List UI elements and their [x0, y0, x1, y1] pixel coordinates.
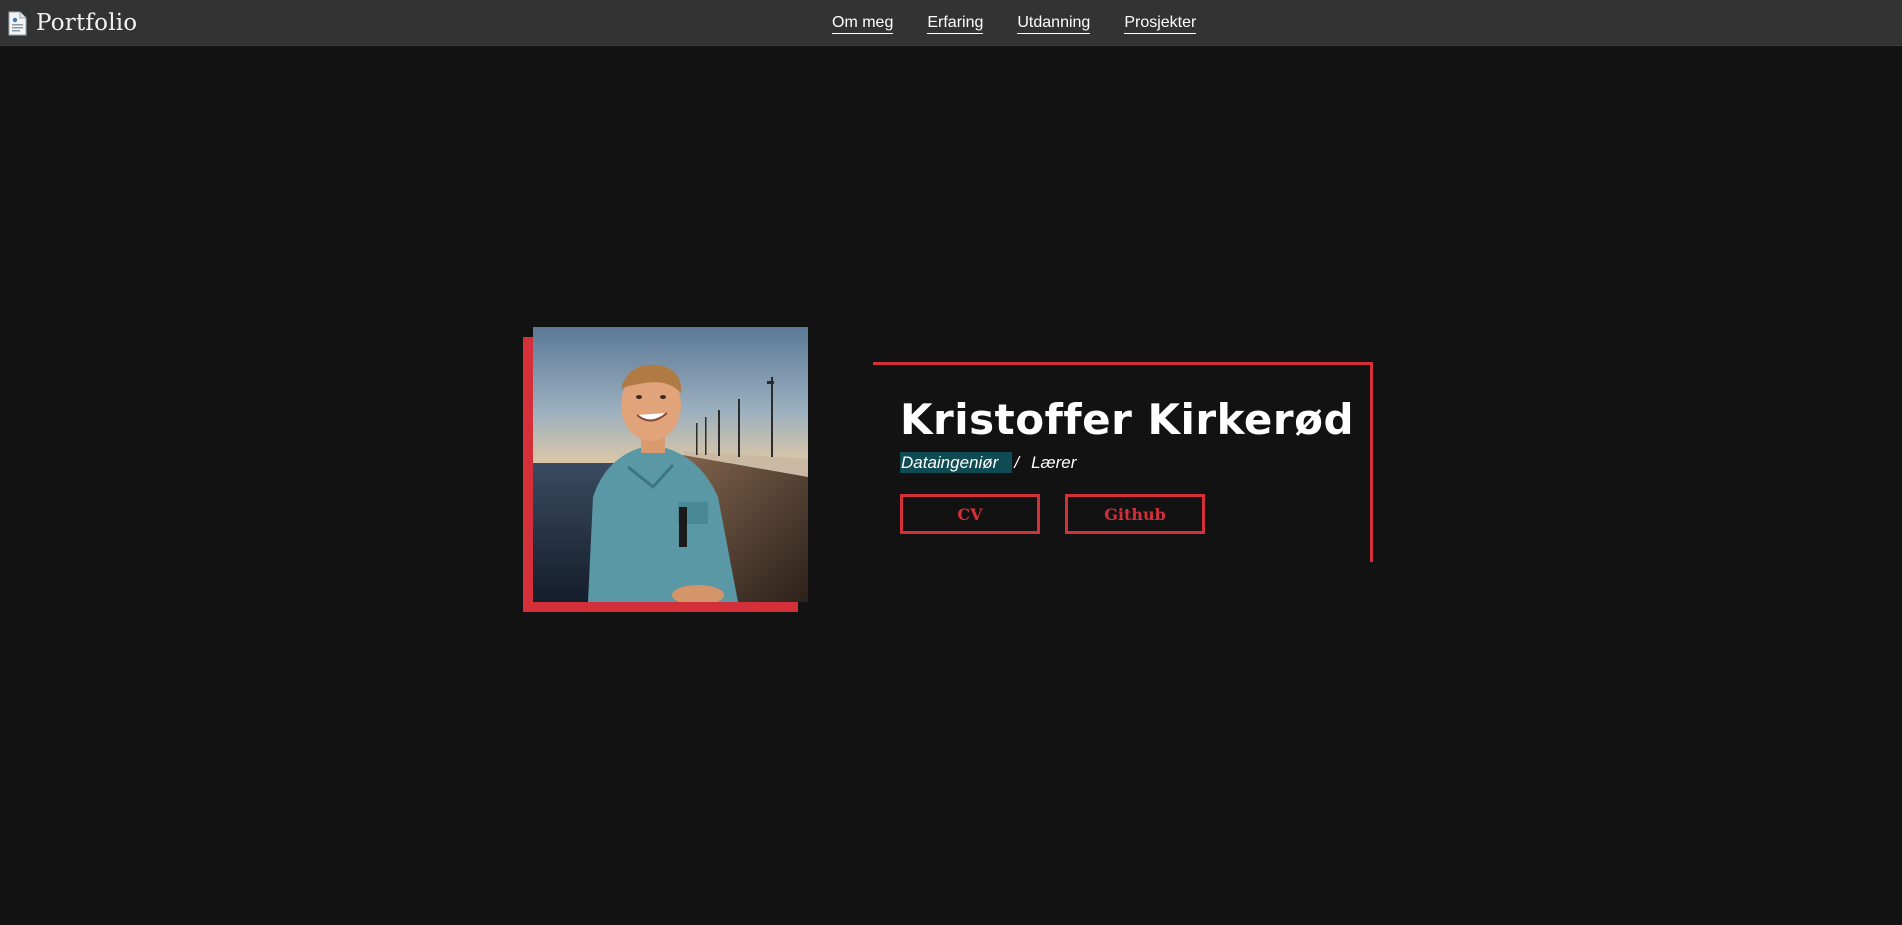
profile-name: Kristoffer Kirkerød: [900, 395, 1355, 444]
navbar: Portfolio Om meg Erfaring Utdanning Pros…: [0, 0, 1902, 46]
role-separator: /: [1014, 452, 1020, 472]
github-button[interactable]: Github: [1065, 494, 1205, 534]
nav-link-utdanning[interactable]: Utdanning: [1017, 13, 1091, 34]
profile-photo: [533, 327, 808, 602]
role-secondary: Lærer: [1031, 452, 1077, 472]
brand-title: Portfolio: [36, 10, 138, 36]
nav-link-prosjekter[interactable]: Prosjekter: [1124, 13, 1197, 34]
nav-link-om-meg[interactable]: Om meg: [832, 13, 894, 34]
cv-button[interactable]: CV: [900, 494, 1040, 534]
profile-photo-frame: [523, 327, 808, 612]
document-icon: [8, 11, 27, 36]
brand-link[interactable]: Portfolio: [8, 8, 137, 38]
role-line: Dataingeniør / Lærer: [900, 452, 1076, 473]
nav-link-erfaring[interactable]: Erfaring: [927, 13, 984, 34]
role-primary: Dataingeniør: [900, 452, 1013, 473]
nav-links: Om meg Erfaring Utdanning Prosjekter: [832, 13, 1197, 34]
